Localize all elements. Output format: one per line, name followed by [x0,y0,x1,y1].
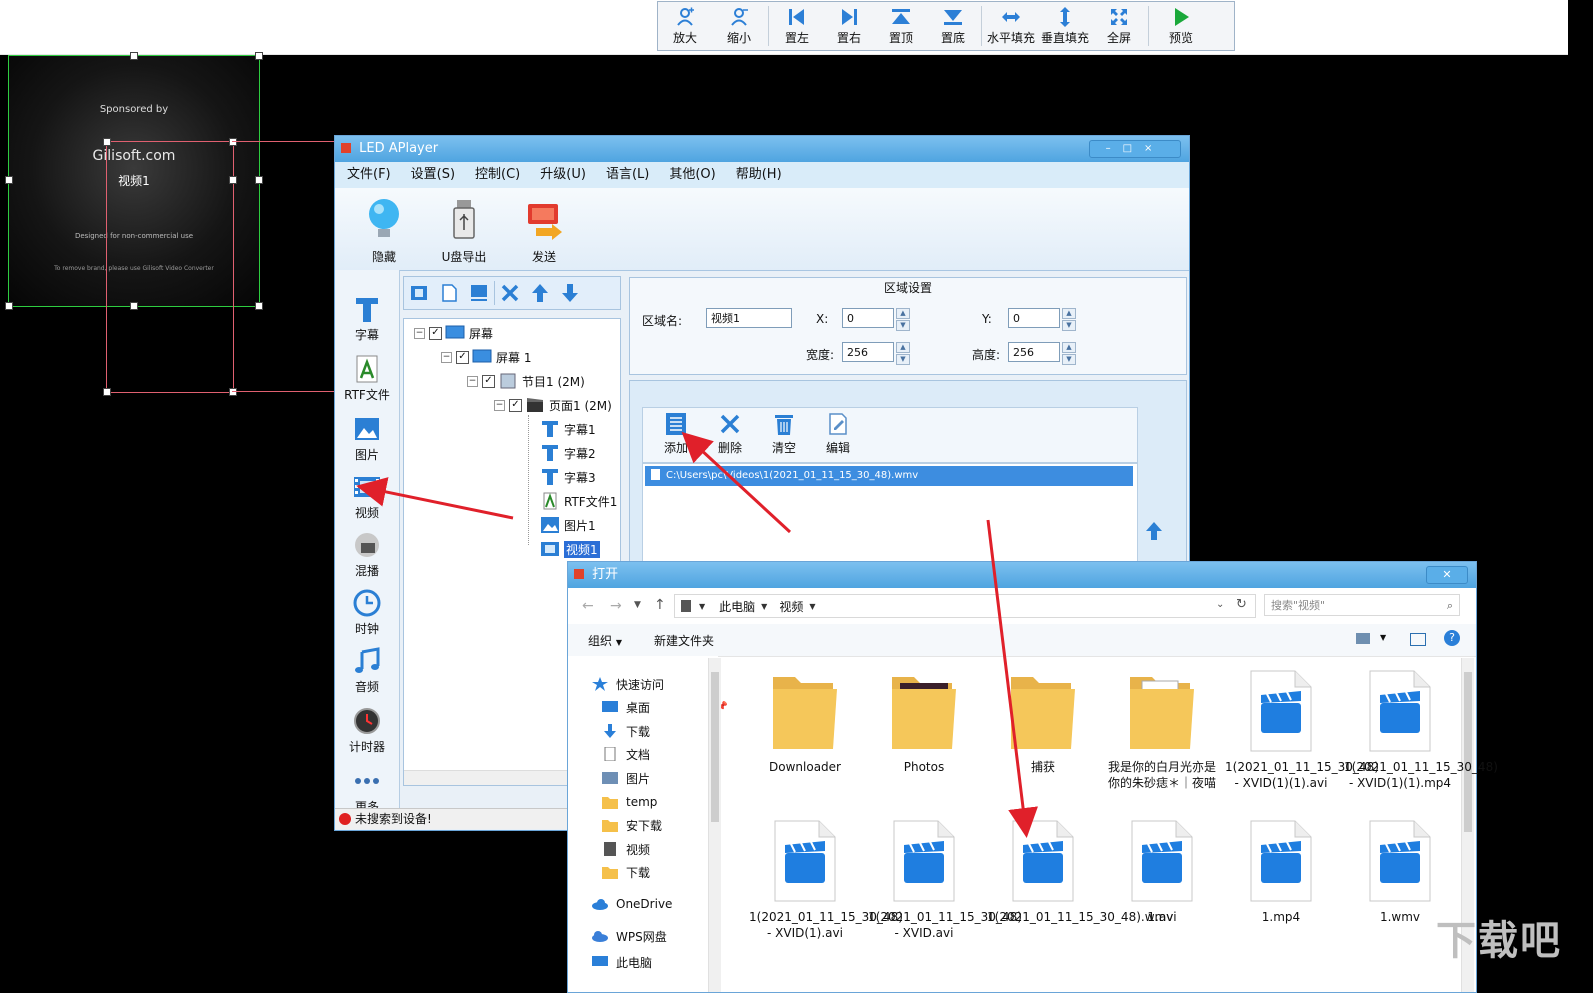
watermark: 下载吧 [1436,918,1562,964]
arrow-to-add-button [681,431,792,534]
arrow-to-video-tool [356,477,514,520]
arrow-to-wmv-file [986,519,1038,838]
annotation-arrows [356,431,1038,838]
